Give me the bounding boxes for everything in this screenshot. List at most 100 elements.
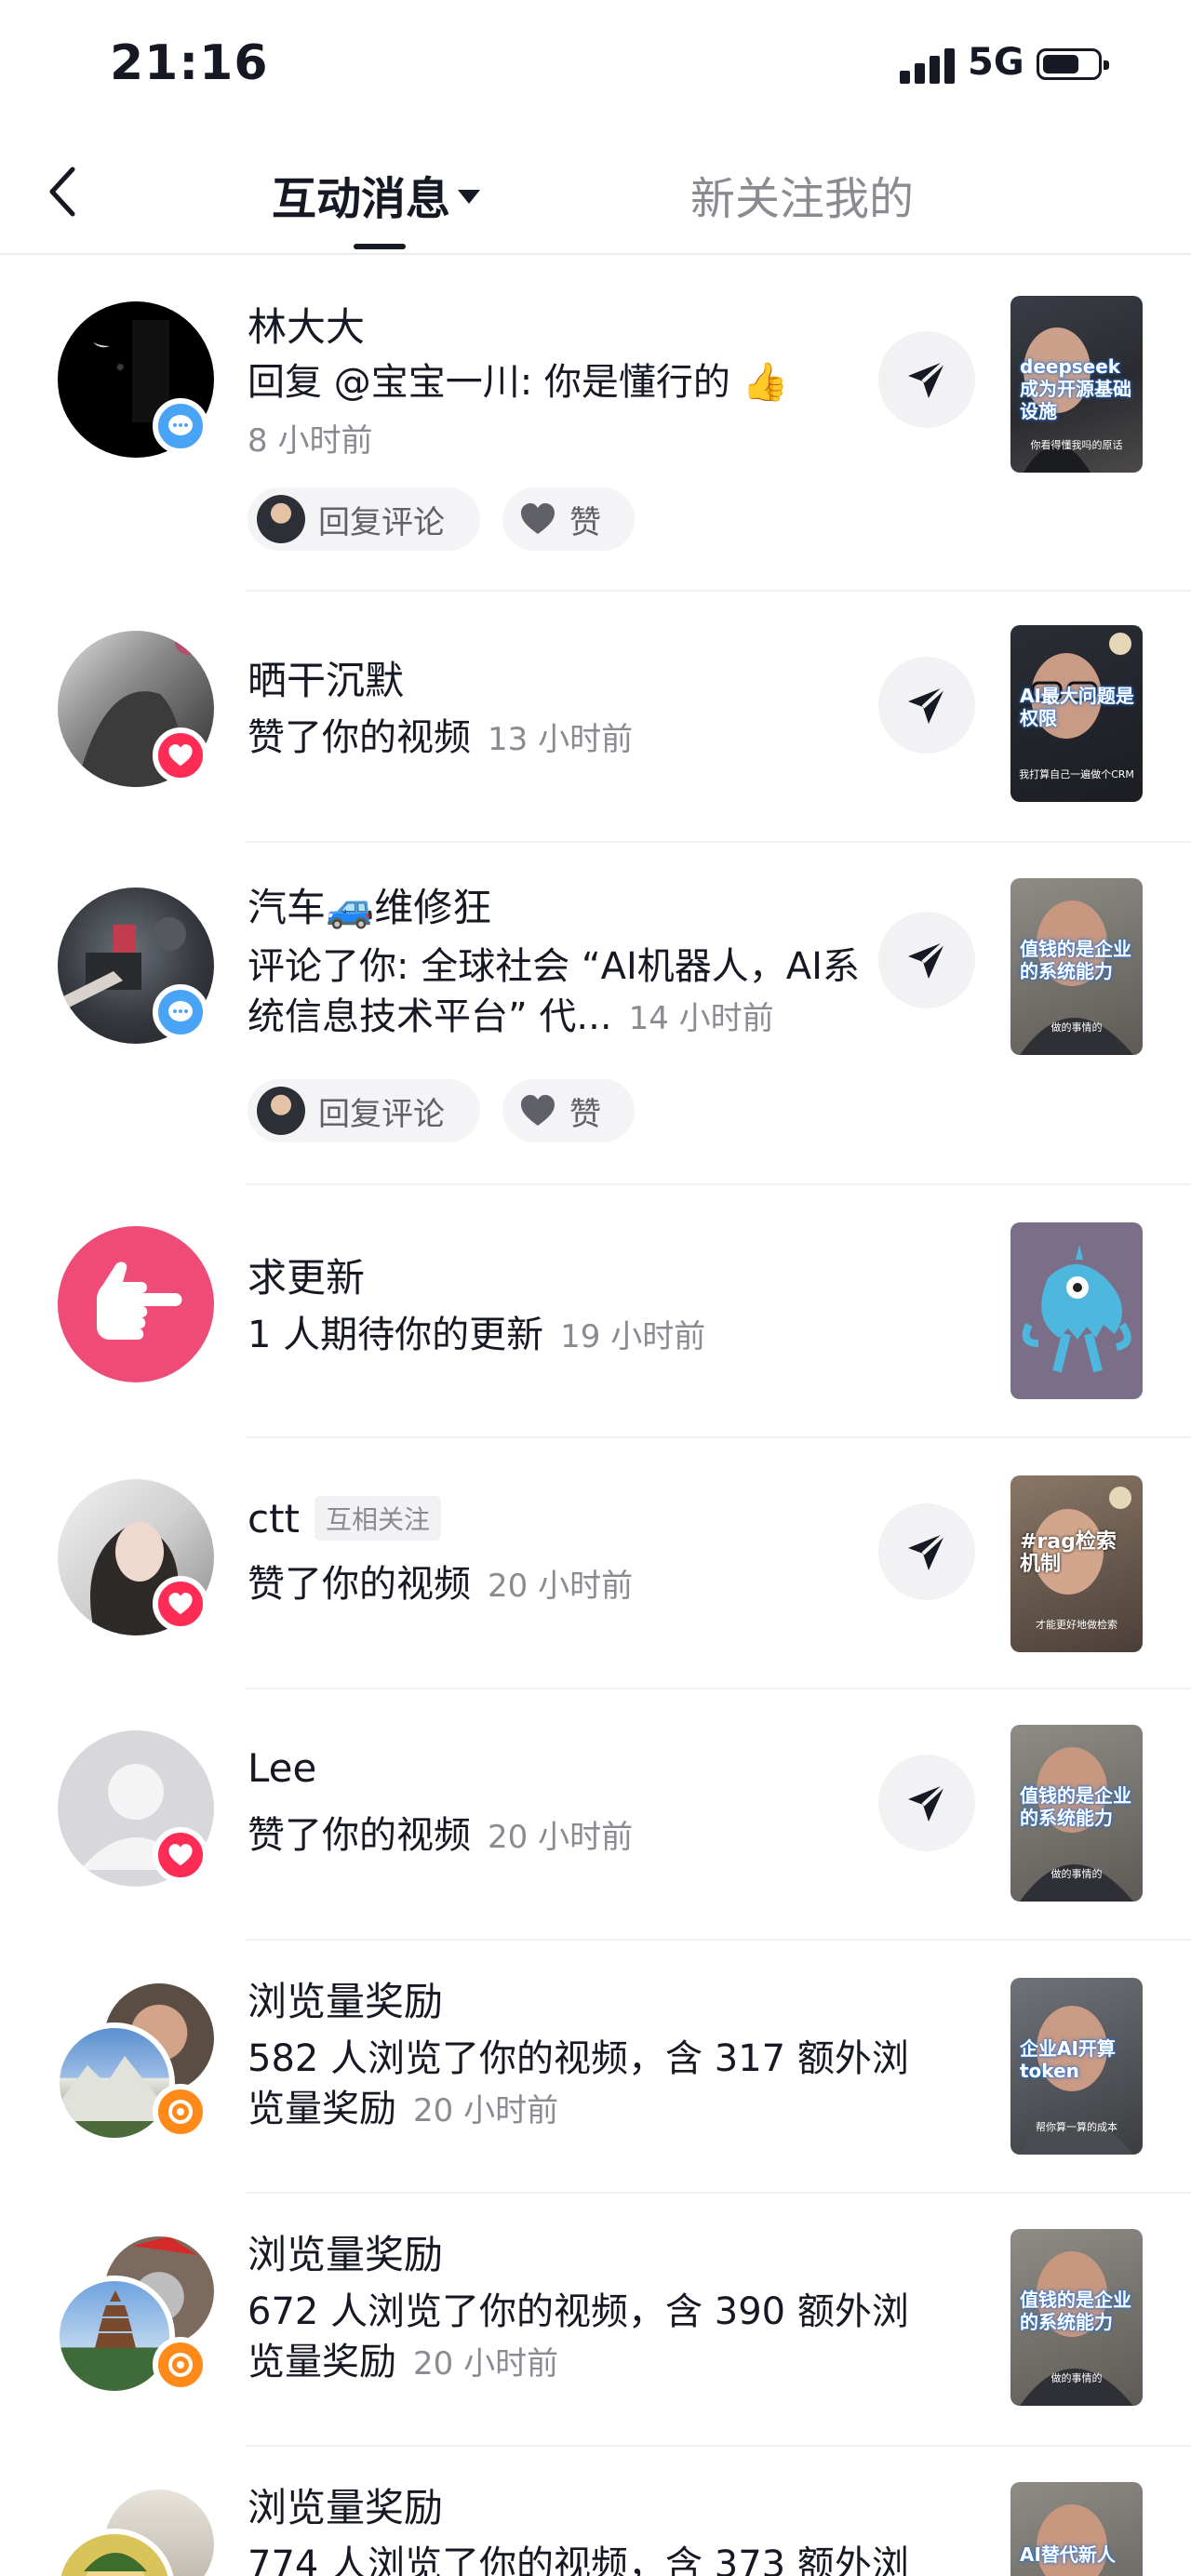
pointing-hand-icon[interactable] <box>58 1226 214 1382</box>
reply-comment-label: 回复评论 <box>318 1095 445 1133</box>
send-icon <box>908 1782 947 1822</box>
eye-badge-icon <box>153 2337 208 2393</box>
video-thumbnail[interactable]: AI替代新人 <box>1010 2482 1143 2576</box>
like-button[interactable]: 赞 <box>502 487 635 551</box>
thumbnail-subtitle: 才能更好地做检索 <box>1036 1619 1117 1631</box>
send-button[interactable] <box>878 1755 975 1851</box>
video-thumbnail[interactable]: deepseek成为开源基础设施 你看得懂我吗的原话 <box>1010 296 1143 473</box>
user-name[interactable]: ctt <box>248 1496 300 1542</box>
thumbnail-caption: 值钱的是企业的系统能力 <box>1020 1784 1131 1829</box>
avatar <box>257 1087 305 1135</box>
send-button[interactable] <box>878 1503 975 1600</box>
caret-down-icon <box>458 189 481 204</box>
notification-row[interactable]: 浏览量奖励 672 人浏览了你的视频，含 390 额外浏览量奖励 20 小时前 值… <box>0 2194 1191 2447</box>
notification-row[interactable]: Lee 赞了你的视频 20 小时前 值钱的是企业的系统能力 做的事情的 <box>0 1689 1191 1941</box>
user-name[interactable]: 浏览量奖励 <box>248 2223 443 2280</box>
notification-row[interactable]: 林大大 回复 @宝宝一川: 你是懂行的 👍 8 小时前 回复评论 赞 deeps… <box>0 255 1191 592</box>
notification-time: 20 小时前 <box>413 2092 559 2129</box>
thumbnail-caption: #rag检索机制 <box>1020 1530 1117 1576</box>
notification-line: 赞了你的视频 20 小时前 <box>248 1559 917 1611</box>
notification-time: 20 小时前 <box>413 2345 559 2382</box>
reply-comment-label: 回复评论 <box>318 503 445 541</box>
reply-comment-button[interactable]: 回复评论 <box>248 487 480 551</box>
notification-line: 582 人浏览了你的视频，含 317 额外浏览量奖励 20 小时前 <box>248 2034 936 2136</box>
notification-line: 赞了你的视频 20 小时前 <box>248 1810 917 1862</box>
signal-icon <box>900 47 956 84</box>
notification-text: 774 人浏览了你的视频，含 373 额外浏览 <box>248 2543 909 2576</box>
like-label: 赞 <box>569 1095 601 1133</box>
notification-row[interactable]: ctt 互相关注 赞了你的视频 20 小时前 #rag检索机制 才能更好地做检索 <box>0 1438 1191 1689</box>
thumbnail-subtitle: 做的事情的 <box>1050 2372 1103 2384</box>
user-name[interactable]: 浏览量奖励 <box>248 1970 443 2027</box>
notification-line: 评论了你: 全球社会 “AI机器人，AI系统信息技术平台” 代... 14 小时前 <box>248 941 871 1044</box>
user-name[interactable]: 浏览量奖励 <box>248 2476 443 2533</box>
thumbnail-caption: 值钱的是企业的系统能力 <box>1020 2289 1131 2333</box>
notification-line: 1 人期待你的更新 19 小时前 <box>248 1310 917 1362</box>
notification-text: 582 人浏览了你的视频，含 317 额外浏览量奖励 <box>248 2037 909 2130</box>
video-thumbnail[interactable] <box>1010 1222 1143 1399</box>
notification-line: 赞了你的视频 13 小时前 <box>248 713 917 765</box>
notification-time: 19 小时前 <box>560 1318 706 1355</box>
send-icon <box>908 940 947 979</box>
comment-badge-icon <box>153 398 208 454</box>
user-name[interactable]: 晒干沉默 <box>248 649 404 706</box>
notification-text: 赞了你的视频 <box>248 1563 471 1606</box>
user-name[interactable]: 求更新 <box>248 1247 365 1303</box>
comment-badge-icon <box>153 984 208 1040</box>
like-button[interactable]: 赞 <box>502 1079 635 1142</box>
thumbnail-caption: deepseek成为开源基础设施 <box>1020 355 1131 422</box>
send-button[interactable] <box>878 331 975 428</box>
network-type: 5G <box>968 41 1024 84</box>
heart-icon <box>521 503 555 534</box>
notification-row[interactable]: 求更新 1 人期待你的更新 19 小时前 <box>0 1185 1191 1438</box>
video-thumbnail[interactable]: 值钱的是企业的系统能力 做的事情的 <box>1010 1725 1143 1902</box>
thumbnail-caption: 企业AI开算token <box>1020 2037 1116 2082</box>
thumbnail-subtitle: 做的事情的 <box>1050 1021 1103 1034</box>
avatar <box>257 495 305 543</box>
notification-time: 20 小时前 <box>488 1819 634 1856</box>
thumbnail-caption: AI替代新人 <box>1020 2543 1116 2566</box>
notification-time: 14 小时前 <box>628 1000 774 1037</box>
send-button[interactable] <box>878 657 975 754</box>
send-button[interactable] <box>878 912 975 1008</box>
like-badge-icon <box>153 727 208 783</box>
video-thumbnail[interactable]: #rag检索机制 才能更好地做检索 <box>1010 1475 1143 1652</box>
avatar[interactable] <box>54 2529 175 2576</box>
notification-text: 672 人浏览了你的视频，含 390 额外浏览量奖励 <box>248 2290 909 2383</box>
like-badge-icon <box>153 1827 208 1883</box>
notification-time: 20 小时前 <box>488 1568 634 1605</box>
thumbnail-subtitle: 我打算自己一遍做个CRM <box>1019 768 1134 781</box>
notification-text: 赞了你的视频 <box>248 716 471 759</box>
notification-row[interactable]: 晒干沉默 赞了你的视频 13 小时前 AI最大问题是权限 我打算自己一遍做个CRM <box>0 592 1191 843</box>
video-thumbnail[interactable]: 值钱的是企业的系统能力 做的事情的 <box>1010 878 1143 1055</box>
tab-new-followers[interactable]: 新关注我的 <box>690 162 914 227</box>
tab-active-indicator <box>354 244 406 249</box>
video-thumbnail[interactable]: AI最大问题是权限 我打算自己一遍做个CRM <box>1010 625 1143 802</box>
chevron-left-icon[interactable] <box>41 164 87 220</box>
eye-badge-icon <box>153 2084 208 2140</box>
thumbnail-caption: 值钱的是企业的系统能力 <box>1020 938 1131 982</box>
notification-time: 8 小时前 <box>248 422 373 460</box>
notification-text: 赞了你的视频 <box>248 1814 471 1857</box>
send-icon <box>908 1531 947 1570</box>
user-name[interactable]: Lee <box>248 1745 316 1791</box>
reply-comment-button[interactable]: 回复评论 <box>248 1079 480 1142</box>
notification-time: 13 小时前 <box>488 721 634 758</box>
thumbnail-subtitle: 你看得懂我吗的原话 <box>1030 439 1123 451</box>
notification-line: 672 人浏览了你的视频，含 390 额外浏览量奖励 20 小时前 <box>248 2287 936 2389</box>
notification-row[interactable]: 汽车🚙维修狂 评论了你: 全球社会 “AI机器人，AI系统信息技术平台” 代..… <box>0 843 1191 1185</box>
video-thumbnail[interactable]: 企业AI开算token 帮你算一算的成本 <box>1010 1978 1143 2155</box>
video-thumbnail[interactable]: 值钱的是企业的系统能力 做的事情的 <box>1010 2229 1143 2406</box>
user-name[interactable]: 林大大 <box>248 296 365 353</box>
status-time: 21:16 <box>110 35 269 91</box>
tab-interactions[interactable]: 互动消息 <box>272 162 481 227</box>
notification-row[interactable]: 浏览量奖励 582 人浏览了你的视频，含 317 额外浏览量奖励 20 小时前 企… <box>0 1941 1191 2194</box>
user-name-line: ctt 互相关注 <box>248 1495 442 1544</box>
thumbnail-subtitle: 做的事情的 <box>1050 1868 1103 1880</box>
like-badge-icon <box>153 1576 208 1632</box>
notification-text: 1 人期待你的更新 <box>248 1314 544 1356</box>
mutual-follow-tag: 互相关注 <box>314 1495 442 1541</box>
user-name[interactable]: 汽车🚙维修狂 <box>248 876 491 933</box>
notification-row[interactable]: 浏览量奖励 774 人浏览了你的视频，含 373 额外浏览 AI替代新人 <box>0 2447 1191 2576</box>
heart-icon <box>521 1095 555 1126</box>
